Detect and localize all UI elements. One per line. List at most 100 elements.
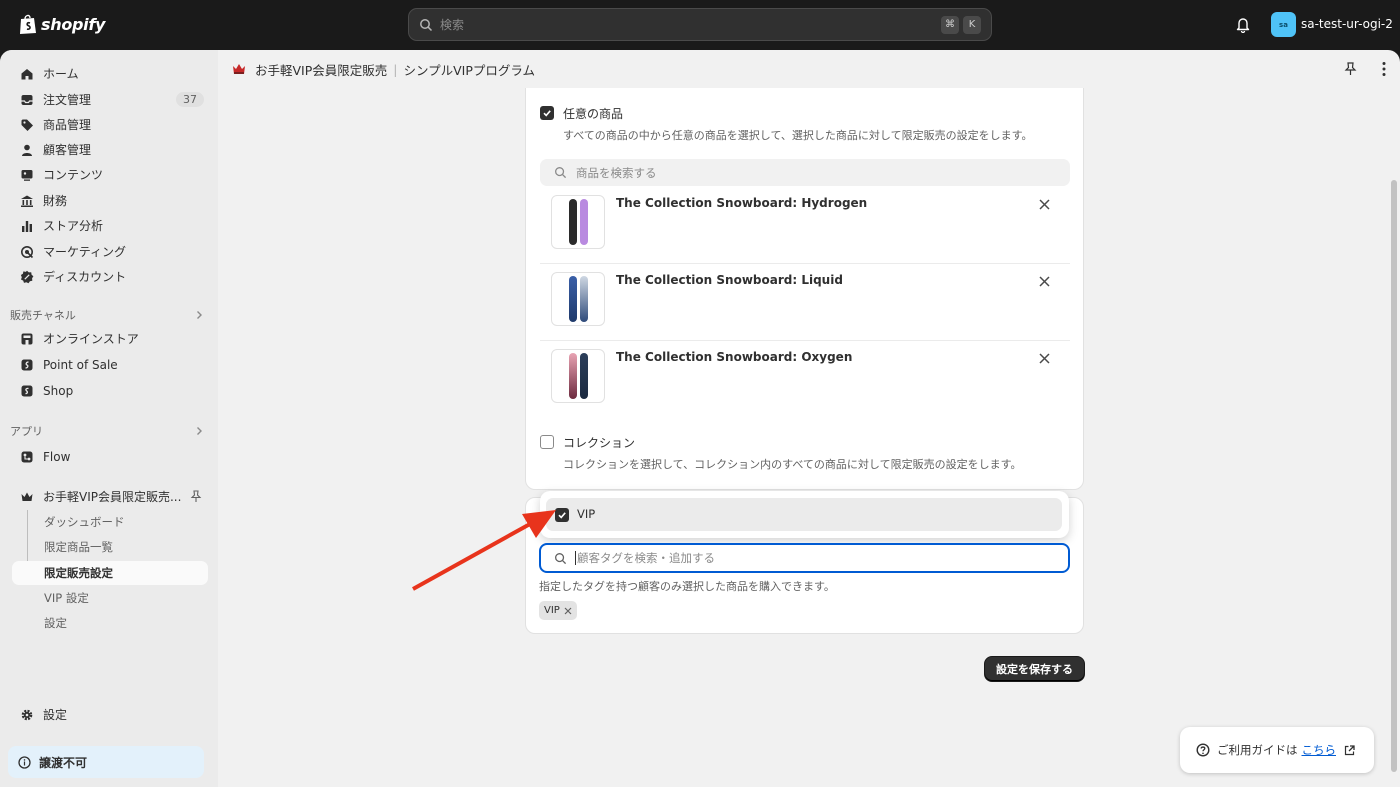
- product-search-input[interactable]: 商品を検索する: [540, 159, 1070, 186]
- bank-icon: [21, 195, 33, 207]
- sidebar-sub-settings[interactable]: 設定: [34, 611, 208, 635]
- product-title: The Collection Snowboard: Hydrogen: [616, 196, 868, 210]
- non-transferable-banner[interactable]: 譲渡不可: [8, 746, 204, 778]
- search-icon: [555, 167, 567, 179]
- collection-checkbox[interactable]: [540, 435, 554, 449]
- snowboard-image: [568, 276, 577, 322]
- sidebar-item-shop[interactable]: Shop: [10, 378, 208, 403]
- sidebar-item-label: 商品管理: [43, 118, 92, 132]
- selected-tag-chip: VIP: [539, 601, 577, 620]
- home-icon: [21, 68, 33, 79]
- more-vertical-icon[interactable]: [1382, 61, 1386, 77]
- chevron-right-icon: [197, 311, 202, 319]
- app-crown-icon: [233, 64, 245, 74]
- sidebar-item-finance[interactable]: 財務: [10, 188, 208, 213]
- apps-section[interactable]: アプリ: [10, 423, 208, 439]
- tag-icon: [21, 119, 33, 131]
- product-row: The Collection Snowboard: Liquid: [540, 264, 1070, 341]
- chevron-right-icon: [197, 427, 202, 435]
- store-icon: [21, 333, 33, 344]
- tag-option-label: VIP: [577, 507, 596, 521]
- sidebar-item-flow[interactable]: Flow: [10, 444, 208, 469]
- sidebar-item-label: ディスカウント: [43, 270, 127, 284]
- main-frame: ホーム 注文管理 37 商品管理 顧客管理 コンテンツ 財務 ストア分析 マーケ…: [0, 50, 1400, 787]
- sidebar-item-label: 設定: [43, 708, 68, 722]
- product-title: The Collection Snowboard: Liquid: [616, 273, 843, 287]
- search-icon: [555, 552, 567, 564]
- sales-channels-label: 販売チャネル: [10, 309, 76, 322]
- product-title: The Collection Snowboard: Oxygen: [616, 350, 853, 364]
- snowboard-image: [568, 353, 577, 399]
- customer-tag-placeholder: 顧客タグを検索・追加する: [577, 551, 715, 565]
- pin-icon[interactable]: [1344, 62, 1357, 76]
- any-product-checkbox[interactable]: [540, 106, 554, 120]
- store-name[interactable]: sa-test-ur-ogi-2: [1301, 17, 1393, 31]
- sidebar-sub-dashboard[interactable]: ダッシュボード: [34, 510, 208, 534]
- tag-option-checkbox[interactable]: [555, 508, 569, 522]
- app-name[interactable]: お手軽VIP会員限定販売: [255, 60, 387, 79]
- sidebar-item-content[interactable]: コンテンツ: [10, 162, 208, 187]
- snowboard-image: [579, 353, 588, 399]
- sidebar-item-label: コンテンツ: [43, 168, 104, 182]
- remove-product-icon[interactable]: [1038, 352, 1051, 365]
- selected-tag-label: VIP: [544, 605, 560, 616]
- inbox-icon: [21, 94, 33, 105]
- sidebar-item-label: 財務: [43, 194, 68, 208]
- sales-channels-section[interactable]: 販売チャネル: [10, 307, 208, 323]
- sidebar-item-vip-app[interactable]: お手軽VIP会員限定販売...: [10, 484, 208, 509]
- shortcut-key-k: K: [963, 15, 981, 34]
- sidebar-sub-limited-products[interactable]: 限定商品一覧: [34, 535, 208, 559]
- customer-tag-search-input[interactable]: 顧客タグを検索・追加する: [539, 543, 1070, 573]
- search-placeholder: 検索: [440, 18, 465, 32]
- gear-icon: [21, 709, 33, 720]
- shortcut-key-cmd: ⌘: [941, 15, 959, 34]
- sidebar-item-analytics[interactable]: ストア分析: [10, 213, 208, 238]
- sidebar-item-marketing[interactable]: マーケティング: [10, 239, 208, 264]
- notification-bell-icon[interactable]: [1235, 16, 1251, 33]
- tag-dropdown: VIP: [540, 491, 1069, 538]
- any-product-label: 任意の商品: [563, 107, 624, 121]
- sidebar-item-pos[interactable]: Point of Sale: [10, 352, 208, 377]
- snowboard-image: [568, 199, 577, 245]
- remove-tag-icon[interactable]: [564, 607, 572, 615]
- sidebar-sub-vip-settings[interactable]: VIP 設定: [34, 586, 208, 610]
- search-icon: [420, 18, 433, 31]
- snowboard-image: [579, 276, 588, 322]
- sidebar-item-settings[interactable]: 設定: [10, 702, 208, 727]
- remove-product-icon[interactable]: [1038, 275, 1051, 288]
- page-scrollbar[interactable]: [1391, 180, 1397, 772]
- sidebar-item-label: ストア分析: [43, 219, 104, 233]
- product-thumbnail: [551, 195, 605, 249]
- crown-icon: [21, 492, 33, 501]
- sidebar-item-orders[interactable]: 注文管理 37: [10, 87, 208, 112]
- product-row: The Collection Snowboard: Hydrogen: [540, 187, 1070, 264]
- sidebar-item-label: 注文管理: [43, 93, 92, 107]
- global-search[interactable]: 検索 ⌘ K: [408, 8, 992, 41]
- product-selection-card: 任意の商品 すべての商品の中から任意の商品を選択して、選択した商品に対して限定販…: [525, 88, 1084, 490]
- sidebar-item-customers[interactable]: 顧客管理: [10, 137, 208, 162]
- sidebar-item-label: オンラインストア: [43, 332, 139, 346]
- tag-option-vip[interactable]: VIP: [546, 498, 1062, 531]
- check-icon: [558, 512, 566, 519]
- store-avatar[interactable]: sa: [1271, 12, 1296, 37]
- sidebar-item-products[interactable]: 商品管理: [10, 112, 208, 137]
- sidebar-item-home[interactable]: ホーム: [10, 61, 208, 86]
- product-search-placeholder: 商品を検索する: [576, 165, 657, 180]
- guide-link[interactable]: こちら: [1302, 742, 1337, 758]
- snowboard-image: [579, 199, 588, 245]
- sidebar-item-discounts[interactable]: ディスカウント: [10, 264, 208, 289]
- shopify-logo[interactable]: shopify: [18, 13, 105, 35]
- sidebar: ホーム 注文管理 37 商品管理 顧客管理 コンテンツ 財務 ストア分析 マーケ…: [0, 50, 218, 787]
- sidebar-item-online-store[interactable]: オンラインストア: [10, 326, 208, 351]
- pin-icon[interactable]: [190, 490, 202, 503]
- sidebar-item-label: ホーム: [43, 67, 79, 81]
- shop-icon: [21, 385, 33, 396]
- remove-product-icon[interactable]: [1038, 198, 1051, 211]
- top-bar: shopify 検索 ⌘ K sa sa-test-ur-ogi-2: [0, 0, 1400, 50]
- sidebar-sub-limited-sale-settings[interactable]: 限定販売設定: [12, 561, 208, 585]
- save-settings-button[interactable]: 設定を保存する: [985, 657, 1084, 681]
- external-link-icon[interactable]: [1344, 744, 1355, 756]
- content-icon: [21, 169, 33, 181]
- logo-text: shopify: [41, 14, 106, 34]
- customer-tag-help: 指定したタグを持つ顧客のみ選択した商品を購入できます。: [539, 580, 835, 593]
